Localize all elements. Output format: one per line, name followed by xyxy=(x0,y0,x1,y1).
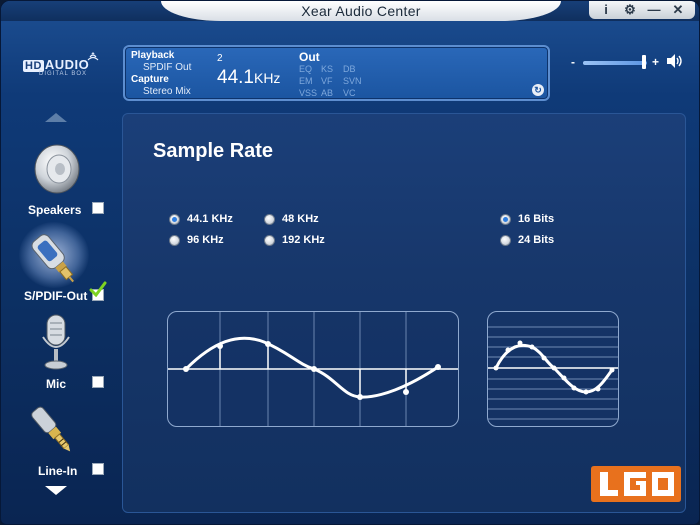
radio-button-icon[interactable] xyxy=(500,213,511,225)
page-title: Sample Rate xyxy=(153,140,274,162)
sample-rate-unit: KHz xyxy=(253,70,281,86)
device-mic[interactable]: Mic xyxy=(1,313,121,393)
radio-bits-16[interactable]: 16 Bits xyxy=(500,213,554,225)
bit-depth-waveform xyxy=(487,311,619,427)
status-info-panel: Playback SPDIF Out Capture Stereo Mix 2 … xyxy=(123,45,550,101)
checkmark-icon xyxy=(89,281,107,297)
channel-count: 2 xyxy=(217,53,223,64)
close-icon[interactable]: ✕ xyxy=(667,1,689,19)
checkbox-mic[interactable] xyxy=(92,376,104,388)
out-label: Out xyxy=(299,50,320,64)
radio-label: 96 KHz xyxy=(187,234,224,246)
effect-svn: SVN xyxy=(343,76,362,86)
radio-label: 16 Bits xyxy=(518,213,555,225)
radio-button-icon[interactable] xyxy=(500,234,511,246)
gear-icon[interactable]: ⚙ xyxy=(619,1,641,19)
radio-button-icon[interactable] xyxy=(264,213,275,225)
spdif-connector-icon xyxy=(31,234,74,283)
radio-rate-44-1[interactable]: 44.1 KHz xyxy=(169,213,233,225)
device-label-spdif-out: S/PDIF-Out xyxy=(24,289,88,303)
radio-button-icon[interactable] xyxy=(169,234,180,246)
radio-rate-48[interactable]: 48 KHz xyxy=(264,213,319,225)
effect-vc: VC xyxy=(343,88,356,98)
checkbox-line-in[interactable] xyxy=(92,463,104,475)
logo-subtitle: DIGITAL BOX xyxy=(39,71,88,77)
volume-slider-track[interactable] xyxy=(583,61,647,65)
capture-label: Capture xyxy=(131,74,169,85)
refresh-icon[interactable]: ↻ xyxy=(532,84,544,96)
window-title: Xear Audio Center xyxy=(161,1,561,21)
audio-jack-icon xyxy=(31,406,71,452)
logo-audio: AUDIO xyxy=(44,57,90,72)
sample-rate-waveform xyxy=(167,311,459,427)
radio-rate-96[interactable]: 96 KHz xyxy=(169,234,224,246)
playback-value: SPDIF Out xyxy=(143,62,192,73)
hd-audio-logo: HD AUDIO DIGITAL BOX xyxy=(23,52,103,77)
microphone-icon xyxy=(42,314,70,370)
playback-label: Playback xyxy=(131,50,175,61)
bit-depth-wave-graphic xyxy=(488,326,618,420)
radio-label: 44.1 KHz xyxy=(187,213,233,225)
device-line-in[interactable]: Line-In xyxy=(1,401,121,481)
effect-vf: VF xyxy=(321,76,333,86)
radio-rate-192[interactable]: 192 KHz xyxy=(264,234,325,246)
radio-button-icon[interactable] xyxy=(169,213,180,225)
device-spdif-out[interactable]: S/PDIF-Out xyxy=(1,222,121,306)
effect-eq: EQ xyxy=(299,64,313,74)
effect-em: EM xyxy=(299,76,313,86)
effect-ks: KS xyxy=(321,64,334,74)
device-label-line-in: Line-In xyxy=(38,464,78,478)
device-label-mic: Mic xyxy=(46,377,67,391)
radio-label: 192 KHz xyxy=(282,234,325,246)
device-speakers[interactable]: Speakers xyxy=(1,141,121,221)
window-controls: i ⚙ — ✕ xyxy=(589,1,695,19)
volume-minus-button[interactable]: - xyxy=(571,55,575,69)
volume-slider-thumb[interactable] xyxy=(642,55,646,69)
speaker-device-icon xyxy=(34,144,80,194)
xear-audio-center-window: Xear Audio Center i ⚙ — ✕ HD AUDIO DIGITA… xyxy=(0,0,700,525)
volume-plus-button[interactable]: + xyxy=(652,55,659,69)
effect-ab: AB xyxy=(321,88,334,98)
minimize-icon[interactable]: — xyxy=(643,1,665,19)
radio-bits-24[interactable]: 24 Bits xyxy=(500,234,554,246)
effect-db: DB xyxy=(343,64,356,74)
speaker-volume-icon[interactable] xyxy=(665,53,685,69)
radio-label: 24 Bits xyxy=(518,234,555,246)
sample-rate-wave-graphic xyxy=(168,312,458,426)
site-logo-badge xyxy=(591,466,681,502)
scroll-down-arrow-icon[interactable] xyxy=(45,486,67,495)
sample-rate-readout: 44.1KHz xyxy=(217,67,280,89)
effect-vss: VSS xyxy=(299,88,318,98)
scroll-up-arrow-icon[interactable] xyxy=(45,113,67,122)
info-icon[interactable]: i xyxy=(595,1,617,19)
device-sidebar: Speakers S/PDIF-Out Mic Line-In xyxy=(1,101,121,524)
sample-rate-value: 44.1 xyxy=(217,67,254,88)
logo-waves-icon xyxy=(87,52,99,61)
device-label-speakers: Speakers xyxy=(28,203,82,217)
radio-button-icon[interactable] xyxy=(264,234,275,246)
sample-rate-panel: Sample Rate 44.1 KHz 48 KHz 96 KHz 192 K… xyxy=(122,113,686,513)
radio-label: 48 KHz xyxy=(282,213,319,225)
checkbox-speakers[interactable] xyxy=(92,202,104,214)
capture-value: Stereo Mix xyxy=(143,86,191,97)
